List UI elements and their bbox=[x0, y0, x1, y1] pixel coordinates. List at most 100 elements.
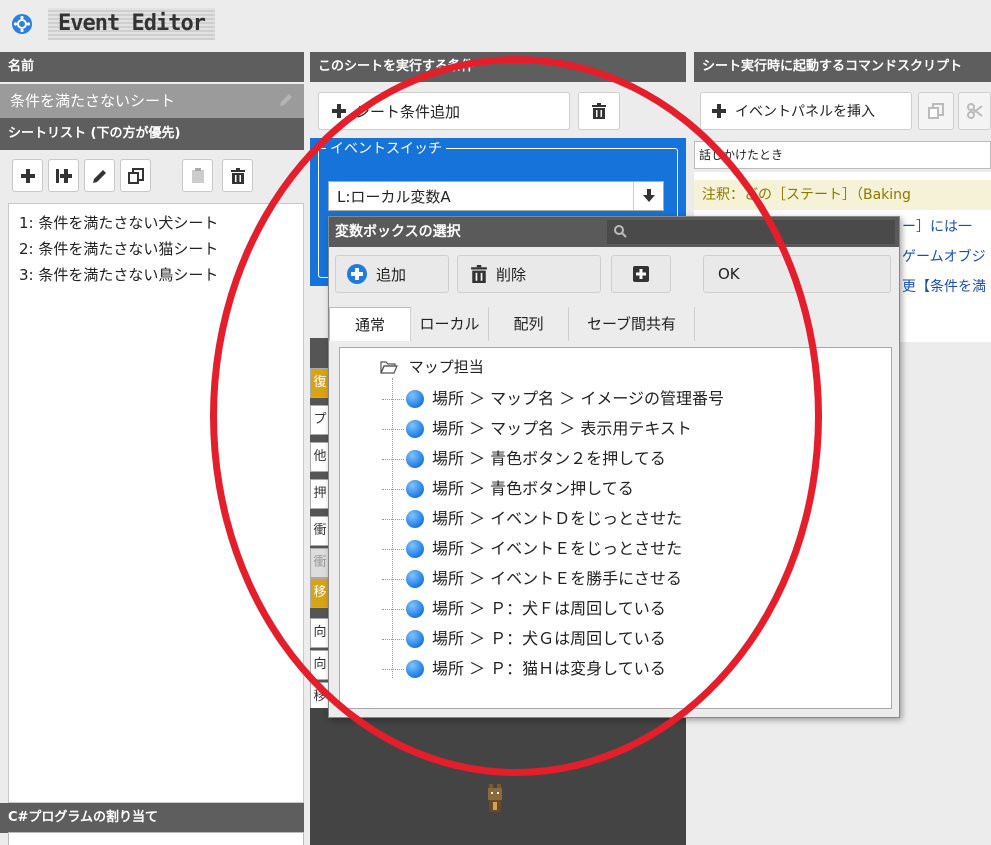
tree-item-label: 場所 ＞ 青色ボタン押してる bbox=[432, 479, 634, 498]
condition-row[interactable]: 向 bbox=[310, 650, 330, 680]
tree-branch bbox=[382, 669, 404, 670]
condition-row[interactable]: 衝 bbox=[310, 548, 330, 578]
trash-icon bbox=[230, 167, 246, 184]
command-row[interactable]: 注釈：どの［ステート］（Baking bbox=[694, 180, 991, 210]
variable-dot-icon bbox=[406, 630, 424, 648]
variable-dropdown[interactable]: L:ローカル変数A bbox=[328, 181, 664, 211]
variable-select-dialog: 変数ボックスの選択 追加 削除 OK 通常 ローカル 配列 セーブ間共有 マップ… bbox=[328, 216, 900, 718]
add-condition-label: シート条件追加 bbox=[355, 102, 461, 121]
condition-row[interactable]: 移 bbox=[310, 578, 330, 608]
delete-condition-button[interactable] bbox=[578, 92, 620, 130]
variable-dot-icon bbox=[406, 600, 424, 618]
tree-branch bbox=[382, 519, 404, 520]
list-item[interactable]: 1: 条件を満たさない犬シート bbox=[9, 210, 303, 236]
delete-variable-label: 削除 bbox=[496, 265, 527, 284]
delete-sheet-button[interactable] bbox=[222, 159, 253, 192]
tree-guide-line bbox=[392, 378, 393, 678]
arrow-down-icon[interactable] bbox=[633, 182, 663, 210]
tree-folder[interactable]: マップ担当 bbox=[380, 354, 484, 380]
tree-item-label: 場所 ＞ マップ名 ＞ 表示用テキスト bbox=[432, 419, 692, 438]
event-switch-label: イベントスイッチ bbox=[326, 140, 446, 158]
tree-branch bbox=[382, 549, 404, 550]
variable-tree[interactable]: マップ担当 場所 ＞ マップ名 ＞ イメージの管理番号 場所 ＞ マップ名 ＞ … bbox=[339, 347, 892, 709]
condition-row[interactable]: 衝 bbox=[310, 516, 330, 546]
tree-branch bbox=[382, 459, 404, 460]
plus-icon bbox=[711, 103, 727, 119]
copy-command-button[interactable] bbox=[918, 92, 954, 130]
tree-branch bbox=[382, 579, 404, 580]
delete-variable-button[interactable]: 削除 bbox=[457, 255, 601, 293]
tab-local[interactable]: ローカル bbox=[411, 307, 489, 341]
variable-dot-icon bbox=[406, 420, 424, 438]
preview-area bbox=[310, 708, 686, 845]
dialog-search-input[interactable] bbox=[607, 220, 895, 244]
sheet-name-value: 条件を満たさないシート bbox=[10, 92, 176, 110]
paste-icon bbox=[190, 167, 206, 184]
tree-item-label: 場所 ＞ Ｐ：猫Ｈは変身している bbox=[432, 659, 666, 678]
plus-icon bbox=[331, 103, 347, 119]
tree-branch bbox=[382, 639, 404, 640]
csharp-header: C#プログラムの割り当て bbox=[0, 803, 304, 833]
trash-icon bbox=[591, 103, 607, 119]
tree-branch bbox=[382, 429, 404, 430]
tree-item-label: 場所 ＞ Ｐ：犬Ｇは周回している bbox=[432, 629, 666, 648]
paste-sheet-button[interactable] bbox=[182, 159, 213, 192]
trash-icon bbox=[470, 265, 488, 283]
tab-array[interactable]: 配列 bbox=[489, 307, 569, 341]
pencil-icon[interactable] bbox=[278, 92, 294, 108]
add-condition-button[interactable]: シート条件追加 bbox=[318, 92, 570, 130]
add-folder-button[interactable] bbox=[611, 255, 671, 293]
add-box-icon bbox=[632, 265, 650, 283]
tree-item-label: 場所 ＞ イベントＥを勝手にさせる bbox=[432, 569, 682, 588]
title-bar: Event Editor bbox=[0, 0, 991, 48]
character-sprite-icon bbox=[486, 784, 504, 814]
tab-save-shared[interactable]: セーブ間共有 bbox=[569, 307, 695, 341]
tree-item-label: 場所 ＞ マップ名 ＞ イメージの管理番号 bbox=[432, 389, 725, 408]
scissors-icon bbox=[966, 103, 983, 119]
tree-branch bbox=[382, 399, 404, 400]
sheet-list[interactable]: 1: 条件を満たさない犬シート 2: 条件を満たさない猫シート 3: 条件を満た… bbox=[8, 203, 304, 803]
pencil-icon bbox=[92, 168, 108, 184]
variable-dot-icon bbox=[406, 570, 424, 588]
condition-row[interactable]: 他 bbox=[310, 442, 330, 472]
insert-sheet-button[interactable] bbox=[48, 159, 79, 192]
cut-command-button[interactable] bbox=[958, 92, 991, 130]
insert-panel-button[interactable]: イベントパネルを挿入 bbox=[700, 92, 912, 130]
condition-row[interactable]: プ bbox=[310, 405, 330, 435]
variable-dot-icon bbox=[406, 540, 424, 558]
csharp-program-field[interactable] bbox=[8, 832, 304, 845]
insert-plus-icon bbox=[55, 168, 73, 184]
tree-branch bbox=[382, 489, 404, 490]
tree-item-label: 場所 ＞ Ｐ：犬Ｆは周回している bbox=[432, 599, 666, 618]
tree-folder-label: マップ担当 bbox=[408, 358, 484, 376]
app-logo-icon bbox=[12, 14, 32, 34]
name-header: 名前 bbox=[0, 52, 304, 82]
copy-icon bbox=[127, 167, 144, 184]
variable-dot-icon bbox=[406, 660, 424, 678]
copy-icon bbox=[928, 103, 944, 119]
variable-value: L:ローカル変数A bbox=[337, 188, 451, 206]
trigger-tab[interactable]: 話しかけたとき bbox=[694, 141, 991, 169]
copy-sheet-button[interactable] bbox=[120, 159, 151, 192]
variable-dot-icon bbox=[406, 390, 424, 408]
plus-icon bbox=[20, 168, 36, 184]
sheet-name-field[interactable]: 条件を満たさないシート bbox=[0, 84, 304, 118]
dialog-toolbar: 追加 削除 OK bbox=[329, 247, 899, 303]
condition-row[interactable]: 向 bbox=[310, 618, 330, 648]
list-item[interactable]: 2: 条件を満たさない猫シート bbox=[9, 236, 303, 262]
ok-button[interactable]: OK bbox=[703, 255, 891, 293]
add-variable-button[interactable]: 追加 bbox=[335, 255, 449, 293]
add-variable-label: 追加 bbox=[376, 265, 407, 284]
condition-row[interactable]: 押 bbox=[310, 479, 330, 509]
tab-normal[interactable]: 通常 bbox=[329, 307, 411, 341]
add-sheet-button[interactable] bbox=[12, 159, 43, 192]
condition-row[interactable]: 復 bbox=[310, 368, 330, 398]
tree-branch bbox=[382, 609, 404, 610]
tree-item-label: 場所 ＞ イベントＥをじっとさせた bbox=[432, 539, 683, 558]
variable-dot-icon bbox=[406, 510, 424, 528]
variable-dot-icon bbox=[406, 480, 424, 498]
edit-sheet-button[interactable] bbox=[84, 159, 115, 192]
list-item[interactable]: 3: 条件を満たさない鳥シート bbox=[9, 262, 303, 288]
search-icon bbox=[613, 224, 627, 238]
tree-item-label: 場所 ＞ イベントＤをじっとさせた bbox=[432, 509, 683, 528]
